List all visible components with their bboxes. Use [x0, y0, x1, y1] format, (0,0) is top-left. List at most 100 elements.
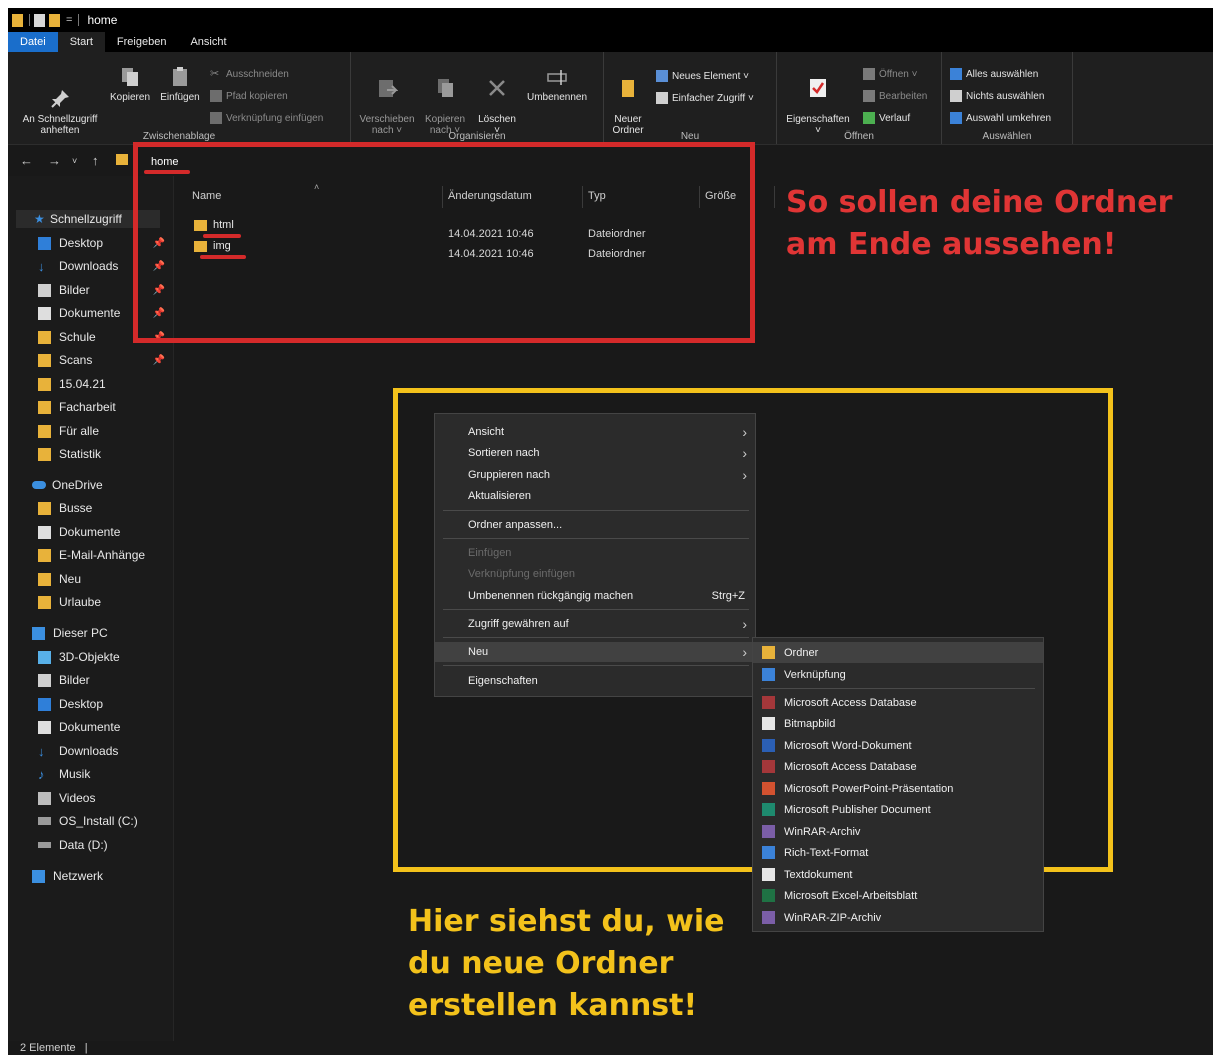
- pin-icon[interactable]: 📌: [153, 355, 165, 366]
- yellow-annotation-text: Hier siehst du, wie du neue Ordner erste…: [408, 904, 725, 1023]
- submenu-item-bitmap[interactable]: Bitmapbild: [753, 713, 1043, 734]
- tab-file[interactable]: Datei: [8, 32, 58, 52]
- submenu-item-publisher[interactable]: Microsoft Publisher Document: [753, 799, 1043, 820]
- nav-drive-c[interactable]: OS_Install (C:): [38, 812, 138, 830]
- menu-item-view[interactable]: Ansicht ›: [435, 422, 755, 442]
- menu-item-properties[interactable]: Eigenschaften: [435, 671, 755, 691]
- submenu-item-access-2[interactable]: Microsoft Access Database: [753, 756, 1043, 777]
- nav-onedrive[interactable]: OneDrive: [32, 476, 103, 494]
- submenu-item-winrar[interactable]: WinRAR-Archiv: [753, 821, 1043, 842]
- organize-group: Verschieben nach ˅ Kopieren nach ˅ Lösch…: [351, 52, 604, 144]
- submenu-item-rtf[interactable]: Rich-Text-Format: [753, 842, 1043, 863]
- folder-icon: [38, 424, 51, 438]
- nav-network[interactable]: Netzwerk: [32, 867, 103, 885]
- drive-icon: [38, 817, 51, 825]
- nav-videos[interactable]: Videos: [38, 789, 95, 807]
- customize-quick-access-icon[interactable]: =: [66, 14, 72, 26]
- nav-urlaube[interactable]: Urlaube: [38, 593, 101, 611]
- move-to-button[interactable]: Verschieben nach ˅: [355, 66, 419, 136]
- folder-icon: [38, 501, 51, 515]
- open-button[interactable]: Öffnen ˅: [863, 66, 917, 82]
- nav-onedrive-documents[interactable]: Dokumente: [38, 523, 120, 541]
- submenu-item-winrar-zip[interactable]: WinRAR-ZIP-Archiv: [753, 907, 1043, 928]
- delete-button[interactable]: Löschen ˅: [475, 66, 519, 136]
- folder-icon: [38, 330, 51, 344]
- desktop-icon: [38, 236, 51, 250]
- folder-icon: [38, 353, 51, 367]
- nav-facharbeit[interactable]: Facharbeit: [38, 398, 173, 416]
- invert-selection-button[interactable]: Auswahl umkehren: [950, 110, 1051, 126]
- select-all-button[interactable]: Alles auswählen: [950, 66, 1038, 82]
- nav-pc-pictures[interactable]: Bilder: [38, 671, 90, 689]
- new-item-button[interactable]: Neues Element ˅: [656, 68, 749, 84]
- move-icon: [376, 77, 399, 99]
- invert-selection-icon: [950, 112, 962, 124]
- copy-to-button[interactable]: Kopieren nach ˅: [419, 66, 471, 136]
- menu-item-grant-access[interactable]: Zugriff gewähren auf ›: [435, 614, 755, 634]
- menu-item-paste[interactable]: Einfügen: [435, 543, 755, 563]
- easy-access-button[interactable]: Einfacher Zugriff ˅: [656, 90, 754, 106]
- submenu-item-shortcut[interactable]: Verknüpfung: [753, 664, 1043, 685]
- nav-fuer-alle[interactable]: Für alle: [38, 422, 173, 440]
- status-separator: |: [84, 1042, 88, 1054]
- menu-item-undo-rename[interactable]: Umbenennen rückgängig machen Strg+Z: [435, 586, 755, 606]
- menu-item-sort[interactable]: Sortieren nach ›: [435, 443, 755, 463]
- nav-scans[interactable]: Scans 📌: [38, 351, 173, 369]
- copy-button[interactable]: Kopieren: [106, 66, 154, 103]
- folder-icon: [12, 13, 23, 27]
- cut-button[interactable]: ✂ Ausschneiden: [210, 66, 289, 82]
- nav-drive-d[interactable]: Data (D:): [38, 836, 108, 854]
- paste-button[interactable]: Einfügen: [156, 66, 204, 103]
- forward-arrow-icon[interactable]: →: [48, 153, 61, 168]
- submenu-item-powerpoint[interactable]: Microsoft PowerPoint-Präsentation: [753, 778, 1043, 799]
- pictures-icon: [38, 283, 51, 297]
- tab-share[interactable]: Freigeben: [105, 32, 179, 52]
- tab-view[interactable]: Ansicht: [178, 32, 238, 52]
- nav-date-folder[interactable]: 15.04.21: [38, 375, 173, 393]
- history-button[interactable]: Verlauf: [863, 110, 910, 126]
- documents-icon: [38, 720, 51, 734]
- submenu-item-folder[interactable]: Ordner: [753, 642, 1043, 663]
- select-none-button[interactable]: Nichts auswählen: [950, 88, 1044, 104]
- nav-neu[interactable]: Neu: [38, 570, 81, 588]
- back-arrow-icon[interactable]: ←: [20, 153, 33, 168]
- submenu-item-access[interactable]: Microsoft Access Database: [753, 692, 1043, 713]
- submenu-item-text[interactable]: Textdokument: [753, 864, 1043, 885]
- nav-this-pc[interactable]: Dieser PC: [32, 624, 108, 642]
- path-icon: [210, 90, 222, 102]
- tab-start[interactable]: Start: [57, 32, 105, 52]
- paste-shortcut-button[interactable]: Verknüpfung einfügen: [210, 110, 323, 126]
- nav-pc-desktop[interactable]: Desktop: [38, 695, 103, 713]
- nav-music[interactable]: ♪ Musik: [38, 765, 90, 783]
- select-group: Alles auswählen Nichts auswählen Auswahl…: [942, 52, 1073, 144]
- folder-icon: [38, 377, 51, 391]
- nav-busse[interactable]: Busse: [38, 499, 92, 517]
- copy-path-button[interactable]: Pfad kopieren: [210, 88, 288, 104]
- nav-pc-downloads[interactable]: ↓ Downloads: [38, 742, 118, 760]
- new-folder-quick-icon[interactable]: [49, 13, 60, 27]
- submenu-item-word[interactable]: Microsoft Word-Dokument: [753, 735, 1043, 756]
- publisher-icon: [762, 803, 775, 816]
- rename-button[interactable]: Umbenennen: [521, 66, 593, 103]
- new-folder-button[interactable]: Neuer Ordner: [608, 66, 648, 136]
- menu-item-new[interactable]: Neu ›: [435, 642, 755, 662]
- properties-quick-icon[interactable]: [34, 13, 45, 27]
- nav-pc-documents[interactable]: Dokumente: [38, 718, 120, 736]
- up-arrow-icon[interactable]: ↑: [92, 153, 99, 168]
- red-underline: [203, 234, 241, 238]
- pin-quick-access-button[interactable]: An Schnellzugriff anheften: [12, 66, 108, 136]
- menu-item-customize-folder[interactable]: Ordner anpassen...: [435, 515, 755, 535]
- shortcut-paste-icon: [210, 112, 222, 124]
- submenu-item-excel[interactable]: Microsoft Excel-Arbeitsblatt: [753, 885, 1043, 906]
- properties-button[interactable]: Eigenschaften ˅: [779, 66, 857, 136]
- menu-item-group[interactable]: Gruppieren nach ›: [435, 465, 755, 485]
- menu-item-refresh[interactable]: Aktualisieren: [435, 486, 755, 506]
- nav-3d-objects[interactable]: 3D-Objekte: [38, 648, 120, 666]
- chevron-right-icon: ›: [742, 616, 747, 632]
- nav-email-attachments[interactable]: E-Mail-Anhänge: [38, 546, 145, 564]
- nav-statistik[interactable]: Statistik: [38, 445, 173, 463]
- recent-chevron-down-icon[interactable]: ˅: [72, 156, 77, 166]
- column-separator[interactable]: [774, 186, 775, 208]
- menu-item-paste-shortcut[interactable]: Verknüpfung einfügen: [435, 564, 755, 584]
- edit-button[interactable]: Bearbeiten: [863, 88, 927, 104]
